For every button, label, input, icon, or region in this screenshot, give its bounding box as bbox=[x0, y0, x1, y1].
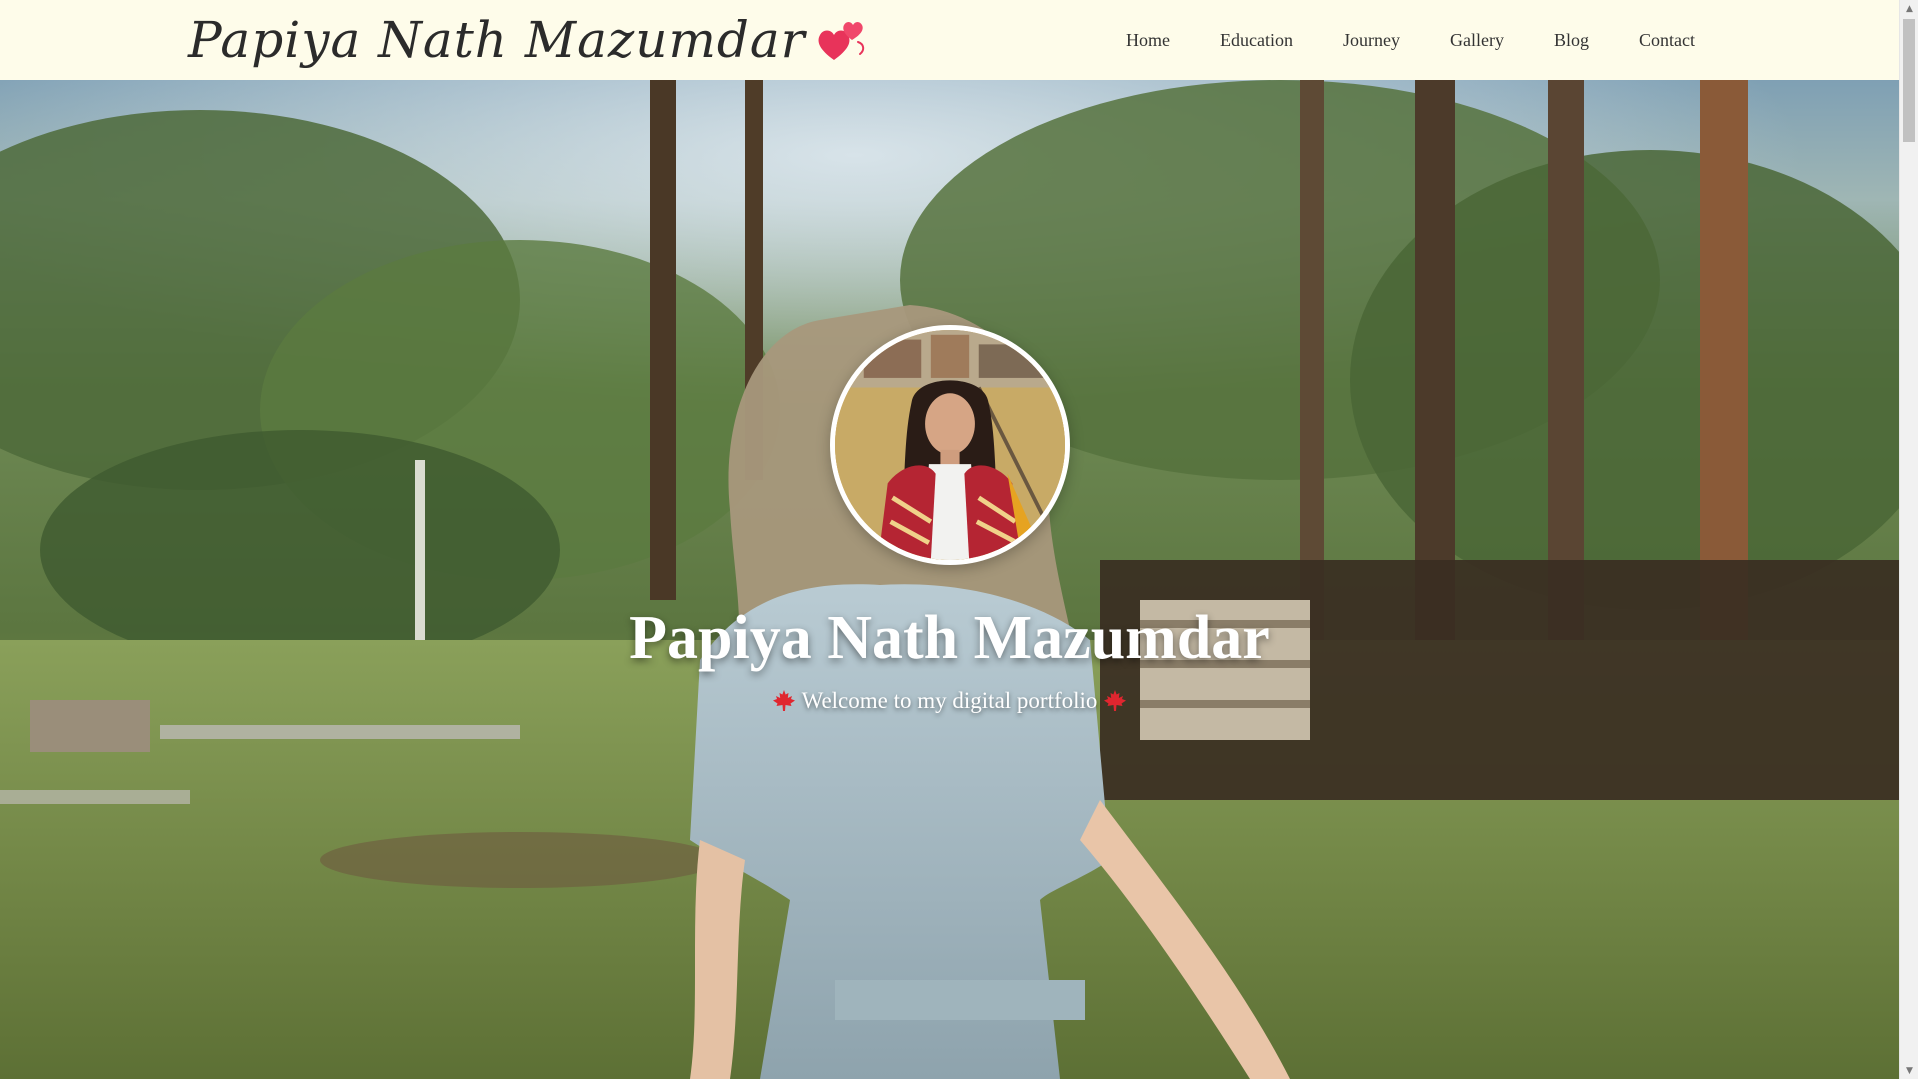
maple-leaf-icon bbox=[1104, 690, 1127, 711]
profile-avatar bbox=[829, 325, 1070, 565]
nav-blog[interactable]: Blog bbox=[1554, 30, 1589, 51]
hero-content: Papiya Nath Mazumdar Welcome to my digit… bbox=[0, 325, 1899, 714]
brand[interactable]: Papiya Nath Mazumdar bbox=[188, 8, 870, 72]
scroll-up-arrow-icon[interactable]: ▲ bbox=[1900, 0, 1918, 17]
maple-leaf-icon bbox=[772, 690, 795, 711]
site-header: Papiya Nath Mazumdar Home Education Jour… bbox=[0, 0, 1899, 80]
scroll-thumb[interactable] bbox=[1903, 19, 1915, 142]
nav-home[interactable]: Home bbox=[1126, 30, 1170, 51]
main-nav: Home Education Journey Gallery Blog Cont… bbox=[1126, 0, 1695, 80]
brand-name[interactable]: Papiya Nath Mazumdar bbox=[188, 11, 806, 69]
page-scrollbar[interactable]: ▲ ▼ bbox=[1899, 0, 1918, 1079]
hero-subtitle-row: Welcome to my digital portfolio bbox=[772, 688, 1128, 714]
hero-subtitle: Welcome to my digital portfolio bbox=[801, 688, 1098, 713]
nav-journey[interactable]: Journey bbox=[1343, 30, 1400, 51]
profile-photo bbox=[834, 330, 1065, 560]
nav-education[interactable]: Education bbox=[1220, 30, 1293, 51]
double-heart-icon bbox=[818, 22, 864, 60]
hero-title: Papiya Nath Mazumdar bbox=[629, 604, 1270, 672]
nav-contact[interactable]: Contact bbox=[1639, 30, 1695, 51]
nav-gallery[interactable]: Gallery bbox=[1450, 30, 1504, 51]
scroll-down-arrow-icon[interactable]: ▼ bbox=[1900, 1062, 1918, 1079]
hero-section: Papiya Nath Mazumdar Welcome to my digit… bbox=[0, 80, 1899, 1079]
